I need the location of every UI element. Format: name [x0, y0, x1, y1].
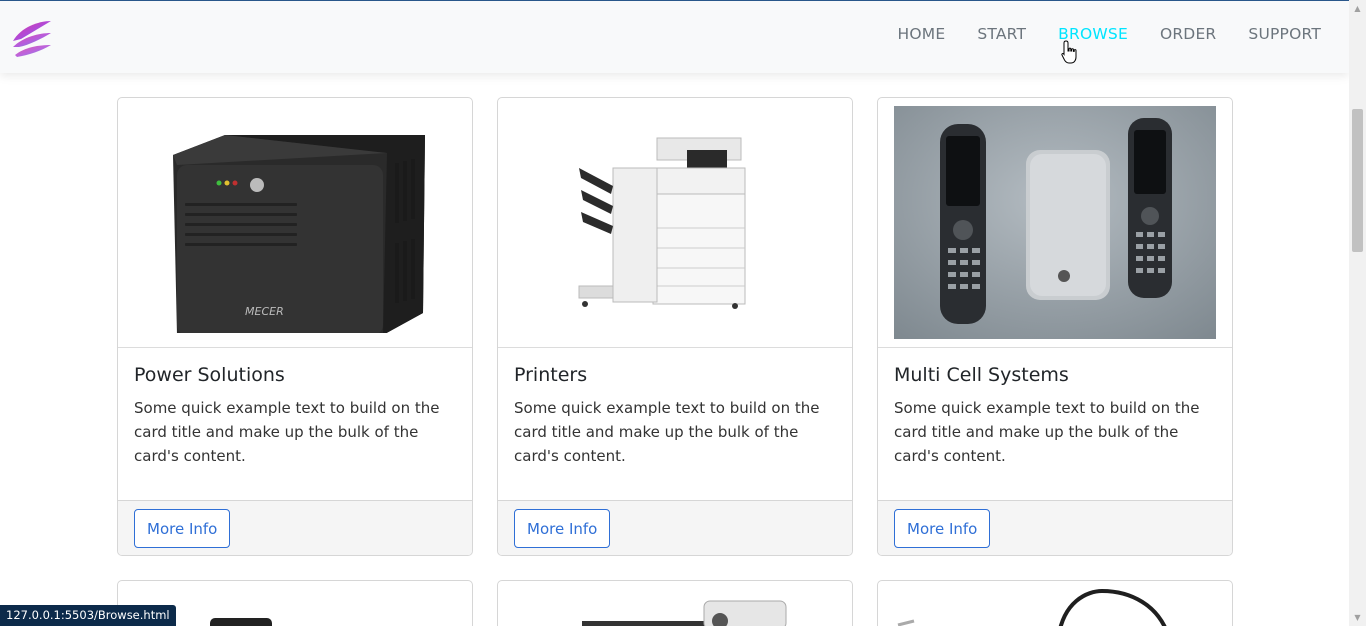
- card-footer: More Info: [118, 500, 472, 555]
- printer-image: [498, 98, 852, 348]
- main-nav: HOME START BROWSE ORDER SUPPORT: [898, 25, 1321, 43]
- mecer-brand-text: MECER: [245, 305, 284, 318]
- ups-device-image: MECER: [118, 98, 472, 348]
- card-title: Power Solutions: [134, 364, 285, 386]
- dect-phones-image: [878, 98, 1232, 348]
- brand-logo[interactable]: [11, 19, 53, 59]
- card-power-solutions: MECER Power Solutions Some quick example…: [117, 97, 473, 556]
- card-partial-3: [877, 580, 1233, 626]
- card-title: Multi Cell Systems: [894, 364, 1069, 386]
- headset-image: [897, 588, 1167, 626]
- nav-order-link[interactable]: ORDER: [1160, 25, 1216, 43]
- more-info-button[interactable]: More Info: [134, 509, 231, 548]
- hand-pointer-cursor-icon: [1061, 40, 1077, 64]
- security-camera-image: [582, 600, 787, 626]
- ups-device-graphic: MECER: [173, 134, 425, 333]
- vertical-scrollbar[interactable]: ▲ ▼: [1349, 0, 1366, 626]
- card-title: Printers: [514, 364, 588, 386]
- card-multi-cell-systems: Multi Cell Systems Some quick example te…: [877, 97, 1233, 556]
- card-text: Some quick example text to build on the …: [134, 399, 440, 465]
- dect-phones-graphic: [894, 106, 1216, 339]
- card-footer: More Info: [498, 500, 852, 555]
- card-partial-2: [497, 580, 853, 626]
- card-text: Some quick example text to build on the …: [514, 399, 820, 465]
- scroll-down-arrow-icon[interactable]: ▼: [1349, 609, 1366, 626]
- scrollbar-thumb[interactable]: [1352, 109, 1363, 252]
- navbar: HOME START BROWSE ORDER SUPPORT: [0, 1, 1349, 73]
- nav-start-link[interactable]: START: [977, 25, 1026, 43]
- card-footer: More Info: [878, 500, 1232, 555]
- more-info-button[interactable]: More Info: [514, 509, 611, 548]
- nav-home-link[interactable]: HOME: [898, 25, 946, 43]
- card-printers: Printers Some quick example text to buil…: [497, 97, 853, 556]
- status-bar-url: 127.0.0.1:5503/Browse.html: [0, 605, 176, 626]
- printer-graphic: [578, 137, 746, 309]
- card-text: Some quick example text to build on the …: [894, 399, 1200, 465]
- more-info-button[interactable]: More Info: [894, 509, 991, 548]
- scroll-up-arrow-icon[interactable]: ▲: [1349, 0, 1366, 17]
- nav-support-link[interactable]: SUPPORT: [1248, 25, 1321, 43]
